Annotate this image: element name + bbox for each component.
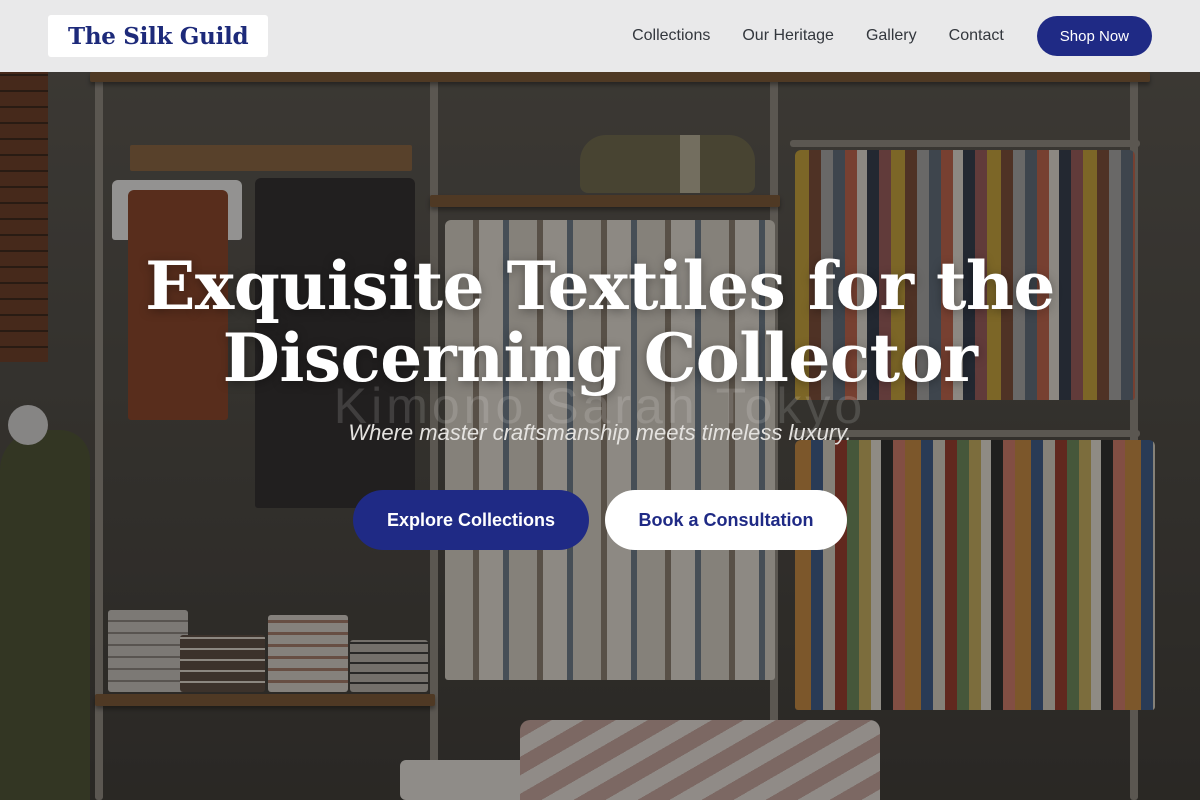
cta-row: Explore Collections Book a Consultation <box>0 490 1200 550</box>
nav-links: Collections Our Heritage Gallery Contact… <box>632 16 1152 56</box>
brand-logo[interactable]: The Silk Guild <box>48 15 269 57</box>
navbar: The Silk Guild Collections Our Heritage … <box>0 0 1200 72</box>
explore-collections-button[interactable]: Explore Collections <box>353 490 589 550</box>
hero-title: Exquisite Textiles for the Discerning Co… <box>0 250 1200 394</box>
nav-link-gallery[interactable]: Gallery <box>866 27 917 45</box>
book-consultation-button[interactable]: Book a Consultation <box>605 490 847 550</box>
nav-link-our-heritage[interactable]: Our Heritage <box>742 27 834 45</box>
hero-subtitle: Where master craftsmanship meets timeles… <box>348 420 852 445</box>
nav-link-collections[interactable]: Collections <box>632 27 710 45</box>
hero-section: Kimono Sarah Tokyo Exquisite Textiles fo… <box>0 72 1200 800</box>
hero-title-line-1: Exquisite Textiles for the <box>145 247 1055 325</box>
shop-now-button[interactable]: Shop Now <box>1036 16 1152 56</box>
nav-link-contact[interactable]: Contact <box>949 27 1004 45</box>
hero-title-line-2: Discerning Collector <box>222 319 978 397</box>
